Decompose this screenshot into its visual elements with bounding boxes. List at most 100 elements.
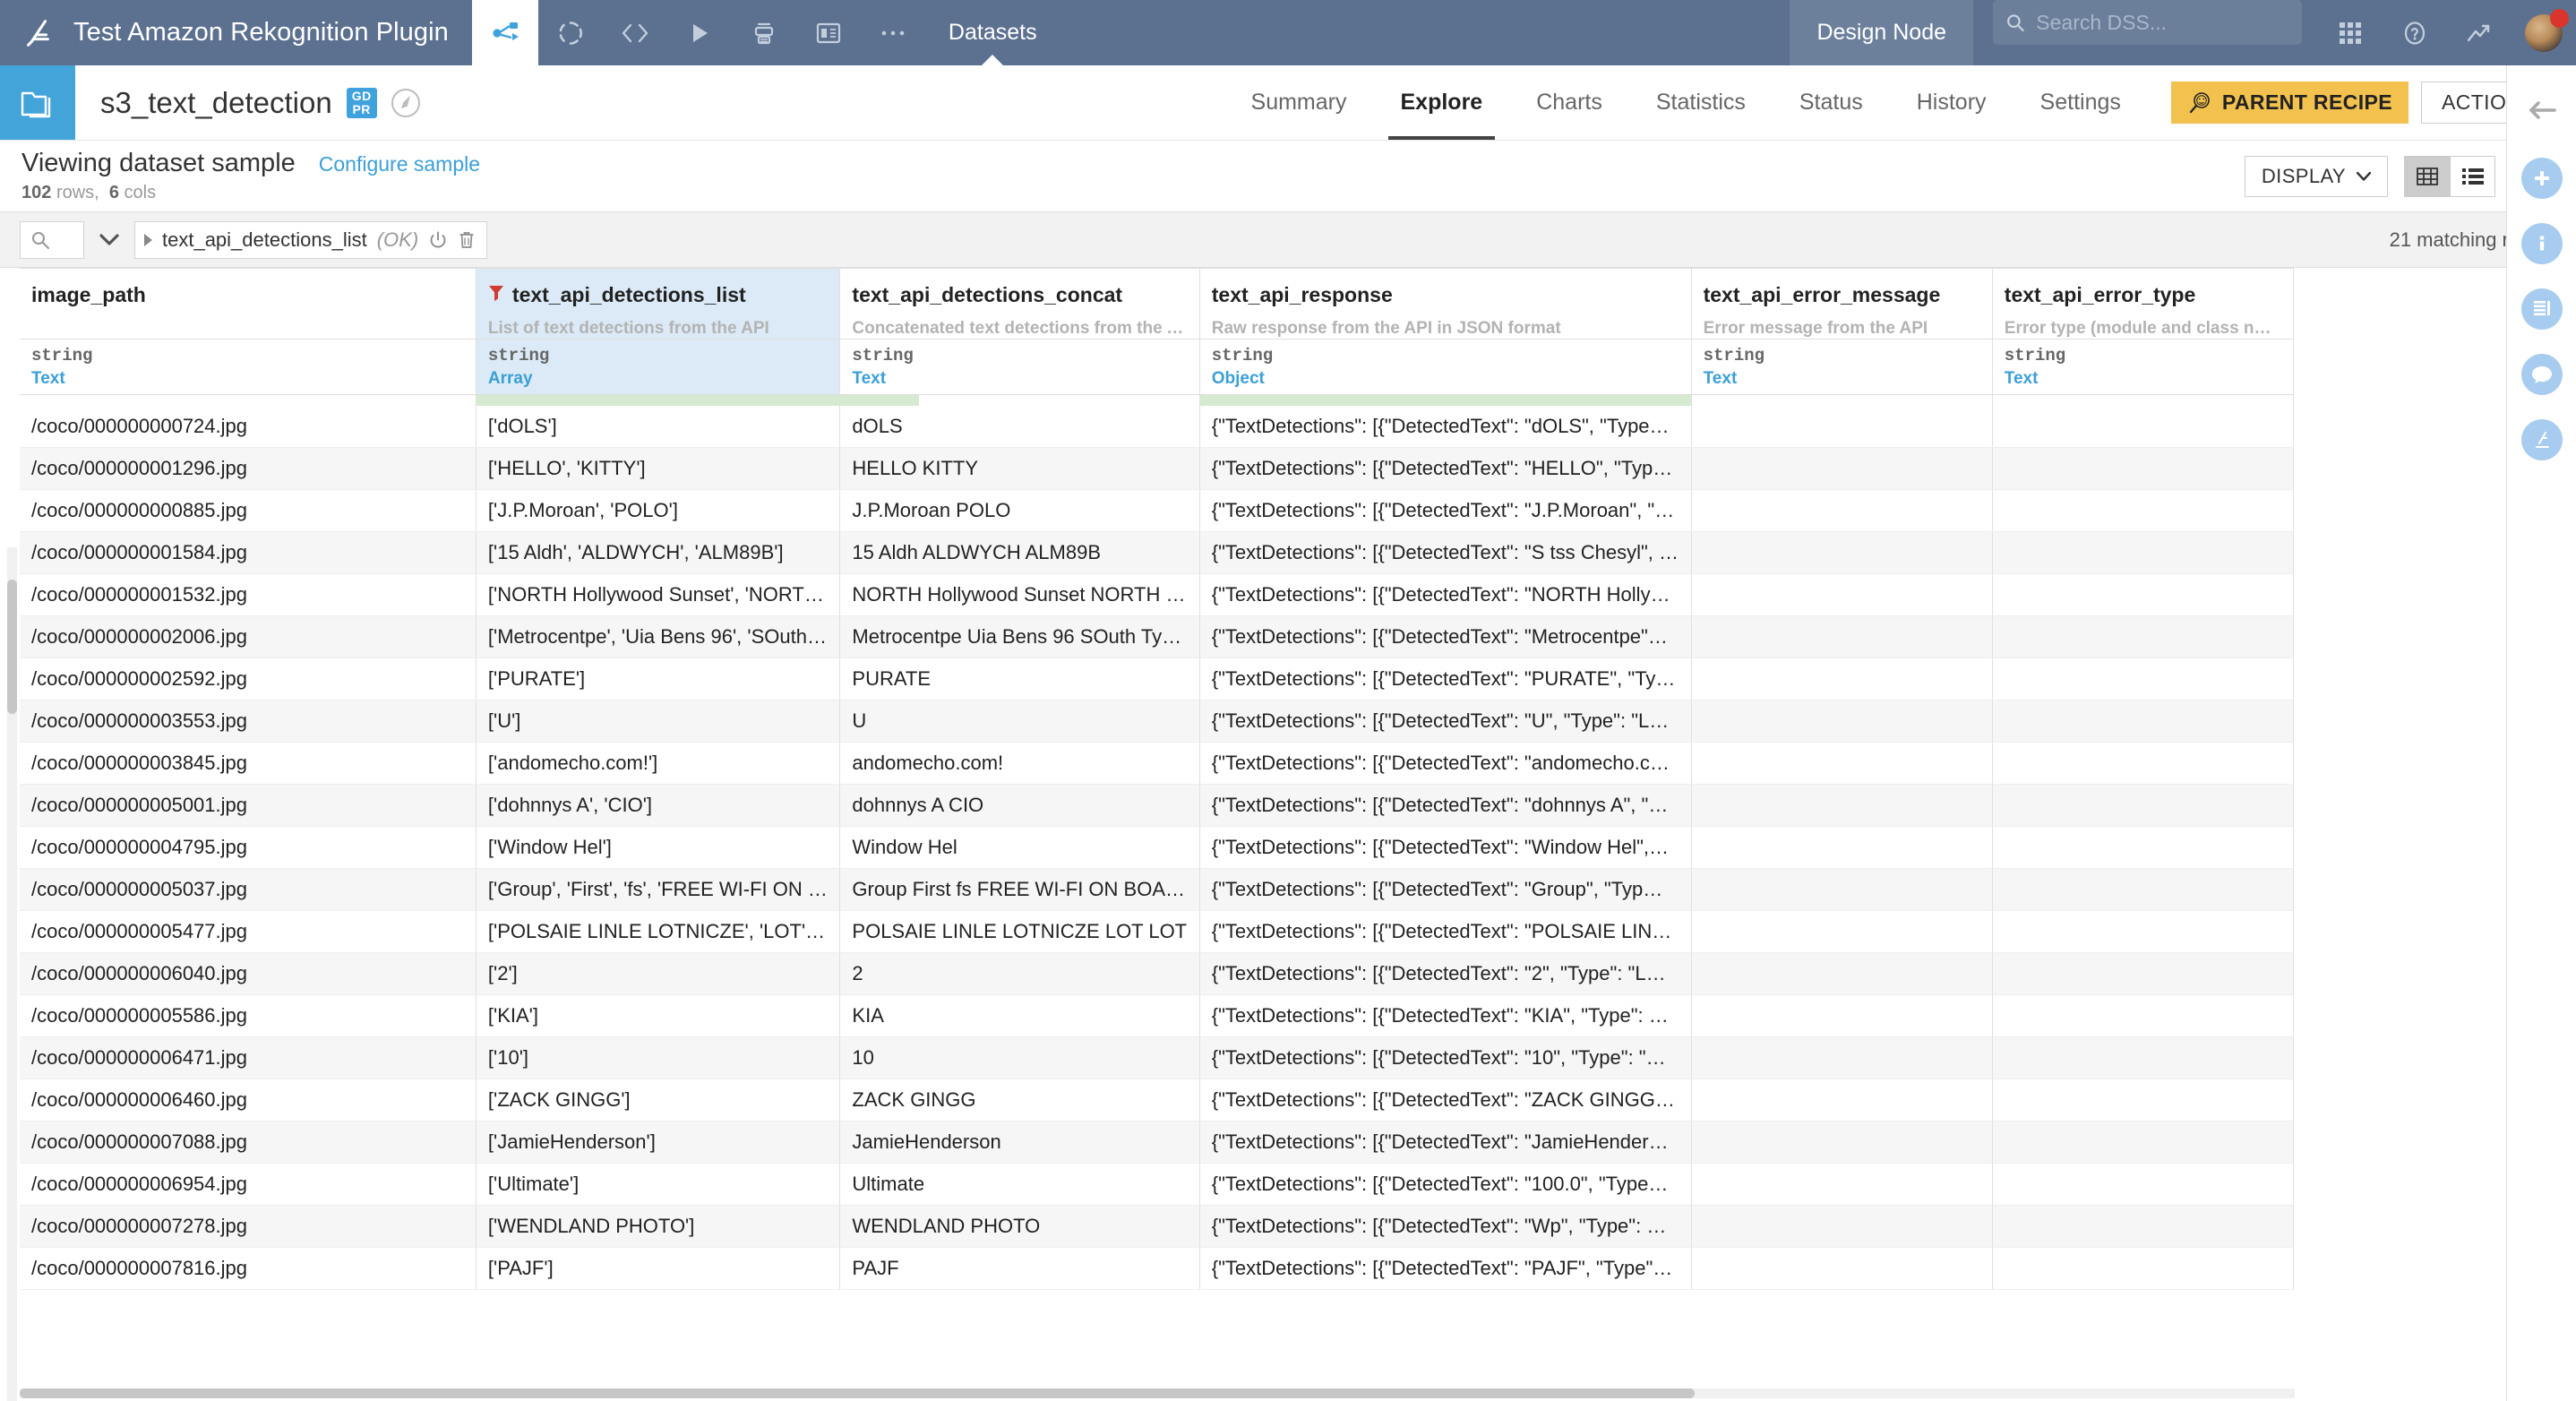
table-cell-text_api_error_type[interactable] — [1992, 995, 2293, 1037]
table-cell-text_api_response[interactable]: {"TextDetections": [{"DetectedText": "PO… — [1199, 911, 1691, 953]
table-cell-text_api_error_type[interactable] — [1992, 616, 2293, 658]
table-cell-text_api_response[interactable]: {"TextDetections": [{"DetectedText": "Ja… — [1199, 1122, 1691, 1164]
table-row[interactable]: /coco/000000006954.jpg['Ultimate']Ultima… — [20, 1164, 2294, 1206]
code-icon[interactable] — [603, 0, 667, 65]
table-cell-text_api_detections_concat[interactable]: NORTH Hollywood Sunset NORTH 1… — [840, 574, 1199, 616]
column-semantic[interactable]: Text — [31, 369, 464, 389]
table-cell-image_path[interactable]: /coco/000000001296.jpg — [20, 448, 476, 490]
table-cell-text_api_error_message[interactable] — [1691, 953, 1992, 995]
table-cell-text_api_detections_concat[interactable]: Window Hel — [840, 827, 1199, 869]
trend-arrow-icon[interactable] — [2447, 0, 2512, 65]
table-cell-text_api_detections_list[interactable]: ['PAJF'] — [476, 1248, 840, 1290]
table-cell-text_api_response[interactable]: {"TextDetections": [{"DetectedText": "Gr… — [1199, 869, 1691, 911]
global-search[interactable] — [1993, 0, 2302, 45]
table-cell-text_api_detections_list[interactable]: ['JamieHenderson'] — [476, 1122, 840, 1164]
table-cell-text_api_error_message[interactable] — [1691, 490, 1992, 532]
table-cell-text_api_response[interactable]: {"TextDetections": [{"DetectedText": "Wp… — [1199, 1206, 1691, 1248]
table-row[interactable]: /coco/000000000724.jpg['dOLS']dOLS{"Text… — [20, 406, 2294, 448]
table-cell-text_api_error_type[interactable] — [1992, 1164, 2293, 1206]
table-row[interactable]: /coco/000000003845.jpg['andomecho.com!']… — [20, 743, 2294, 785]
table-cell-text_api_detections_concat[interactable]: POLSAIE LINLE LOTNICZE LOT LOT — [840, 911, 1199, 953]
table-cell-text_api_error_type[interactable] — [1992, 658, 2293, 700]
table-cell-text_api_error_type[interactable] — [1992, 574, 2293, 616]
table-cell-text_api_error_message[interactable] — [1691, 1079, 1992, 1122]
table-cell-text_api_error_message[interactable] — [1691, 743, 1992, 785]
column-header-text_api_error_type[interactable]: text_api_error_type Error type (module a… — [1992, 269, 2293, 340]
add-icon[interactable] — [2521, 158, 2563, 199]
table-cell-text_api_response[interactable]: {"TextDetections": [{"DetectedText": "U"… — [1199, 700, 1691, 743]
column-semantic[interactable]: Object — [1212, 369, 1679, 389]
table-cell-text_api_error_message[interactable] — [1691, 700, 1992, 743]
table-cell-image_path[interactable]: /coco/000000000885.jpg — [20, 490, 476, 532]
table-cell-text_api_detections_concat[interactable]: JamieHenderson — [840, 1122, 1199, 1164]
table-cell-text_api_error_message[interactable] — [1691, 827, 1992, 869]
trash-icon[interactable] — [458, 230, 476, 250]
table-cell-text_api_detections_concat[interactable]: 10 — [840, 1037, 1199, 1079]
table-cell-text_api_error_message[interactable] — [1691, 1037, 1992, 1079]
configure-sample-link[interactable]: Configure sample — [319, 152, 480, 176]
table-row[interactable]: /coco/000000004795.jpg['Window Hel']Wind… — [20, 827, 2294, 869]
table-cell-text_api_detections_concat[interactable]: PAJF — [840, 1248, 1199, 1290]
table-cell-image_path[interactable]: /coco/000000005001.jpg — [20, 785, 476, 827]
filter-search-input[interactable] — [20, 221, 84, 259]
table-cell-image_path[interactable]: /coco/000000001532.jpg — [20, 574, 476, 616]
power-toggle-icon[interactable] — [428, 230, 448, 250]
table-row[interactable]: /coco/000000001584.jpg['15 Aldh', 'ALDWY… — [20, 532, 2294, 574]
table-cell-text_api_error_type[interactable] — [1992, 532, 2293, 574]
table-cell-image_path[interactable]: /coco/000000007088.jpg — [20, 1122, 476, 1164]
tab-summary[interactable]: Summary — [1224, 65, 1374, 140]
lab-microscope-icon[interactable] — [2521, 419, 2563, 460]
active-filter-chip[interactable]: text_api_detections_list (OK) — [134, 221, 487, 259]
table-cell-text_api_detections_concat[interactable]: andomecho.com! — [840, 743, 1199, 785]
table-cell-text_api_detections_list[interactable]: ['KIA'] — [476, 995, 840, 1037]
table-cell-text_api_detections_list[interactable]: ['HELLO', 'KITTY'] — [476, 448, 840, 490]
column-header-text_api_detections_concat[interactable]: text_api_detections_concat Concatenated … — [840, 269, 1199, 340]
apps-grid-icon[interactable] — [2318, 0, 2383, 65]
table-cell-text_api_response[interactable]: {"TextDetections": [{"DetectedText": "10… — [1199, 1164, 1691, 1206]
column-semantic[interactable]: Text — [1704, 369, 1980, 389]
table-row[interactable]: /coco/000000006460.jpg['ZACK GINGG']ZACK… — [20, 1079, 2294, 1122]
table-cell-text_api_error_type[interactable] — [1992, 490, 2293, 532]
table-cell-text_api_error_message[interactable] — [1691, 1248, 1992, 1290]
table-cell-text_api_error_type[interactable] — [1992, 448, 2293, 490]
table-cell-text_api_detections_concat[interactable]: Ultimate — [840, 1164, 1199, 1206]
table-cell-text_api_response[interactable]: {"TextDetections": [{"DetectedText": "an… — [1199, 743, 1691, 785]
design-node-label[interactable]: Design Node — [1790, 0, 1973, 65]
table-row[interactable]: /coco/000000005586.jpg['KIA']KIA{"TextDe… — [20, 995, 2294, 1037]
table-cell-text_api_error_message[interactable] — [1691, 869, 1992, 911]
tab-charts[interactable]: Charts — [1509, 65, 1629, 140]
table-cell-text_api_response[interactable]: {"TextDetections": [{"DetectedText": "ZA… — [1199, 1079, 1691, 1122]
table-cell-text_api_error_type[interactable] — [1992, 911, 2293, 953]
table-cell-text_api_detections_concat[interactable]: KIA — [840, 995, 1199, 1037]
table-cell-text_api_response[interactable]: {"TextDetections": [{"DetectedText": "NO… — [1199, 574, 1691, 616]
table-cell-text_api_detections_list[interactable]: ['Window Hel'] — [476, 827, 840, 869]
table-cell-text_api_detections_list[interactable]: ['dohnnys A', 'CIO'] — [476, 785, 840, 827]
column-header-text_api_detections_list[interactable]: text_api_detections_list List of text de… — [476, 269, 840, 340]
table-cell-text_api_response[interactable]: {"TextDetections": [{"DetectedText": "do… — [1199, 785, 1691, 827]
table-cell-image_path[interactable]: /coco/000000006471.jpg — [20, 1037, 476, 1079]
tab-explore[interactable]: Explore — [1374, 65, 1510, 140]
info-icon[interactable] — [2521, 223, 2563, 264]
table-row[interactable]: /coco/000000001532.jpg['NORTH Hollywood … — [20, 574, 2294, 616]
project-name[interactable]: Test Amazon Rekognition Plugin — [73, 0, 472, 65]
table-cell-text_api_response[interactable]: {"TextDetections": [{"DetectedText": "KI… — [1199, 995, 1691, 1037]
table-cell-text_api_error_message[interactable] — [1691, 995, 1992, 1037]
table-cell-image_path[interactable]: /coco/000000002592.jpg — [20, 658, 476, 700]
flow-icon[interactable] — [472, 0, 538, 65]
table-cell-text_api_response[interactable]: {"TextDetections": [{"DetectedText": "Me… — [1199, 616, 1691, 658]
table-cell-text_api_detections_list[interactable]: ['ZACK GINGG'] — [476, 1079, 840, 1122]
table-cell-text_api_detections_concat[interactable]: U — [840, 700, 1199, 743]
table-cell-text_api_error_message[interactable] — [1691, 911, 1992, 953]
table-cell-text_api_error_message[interactable] — [1691, 785, 1992, 827]
table-cell-text_api_error_type[interactable] — [1992, 785, 2293, 827]
list-view-icon[interactable] — [2450, 157, 2494, 196]
table-cell-text_api_detections_concat[interactable]: PURATE — [840, 658, 1199, 700]
table-row[interactable]: /coco/000000002592.jpg['PURATE']PURATE{"… — [20, 658, 2294, 700]
table-cell-image_path[interactable]: /coco/000000006954.jpg — [20, 1164, 476, 1206]
vertical-scrollbar-thumb[interactable] — [7, 580, 17, 714]
table-cell-text_api_detections_list[interactable]: ['15 Aldh', 'ALDWYCH', 'ALM89B'] — [476, 532, 840, 574]
table-cell-text_api_detections_list[interactable]: ['POLSAIE LINLE LOTNICZE', 'LOT', 'LOT'] — [476, 911, 840, 953]
table-cell-text_api_response[interactable]: {"TextDetections": [{"DetectedText": "Wi… — [1199, 827, 1691, 869]
table-cell-text_api_detections_list[interactable]: ['WENDLAND PHOTO'] — [476, 1206, 840, 1248]
back-arrow-icon[interactable] — [2527, 87, 2557, 133]
